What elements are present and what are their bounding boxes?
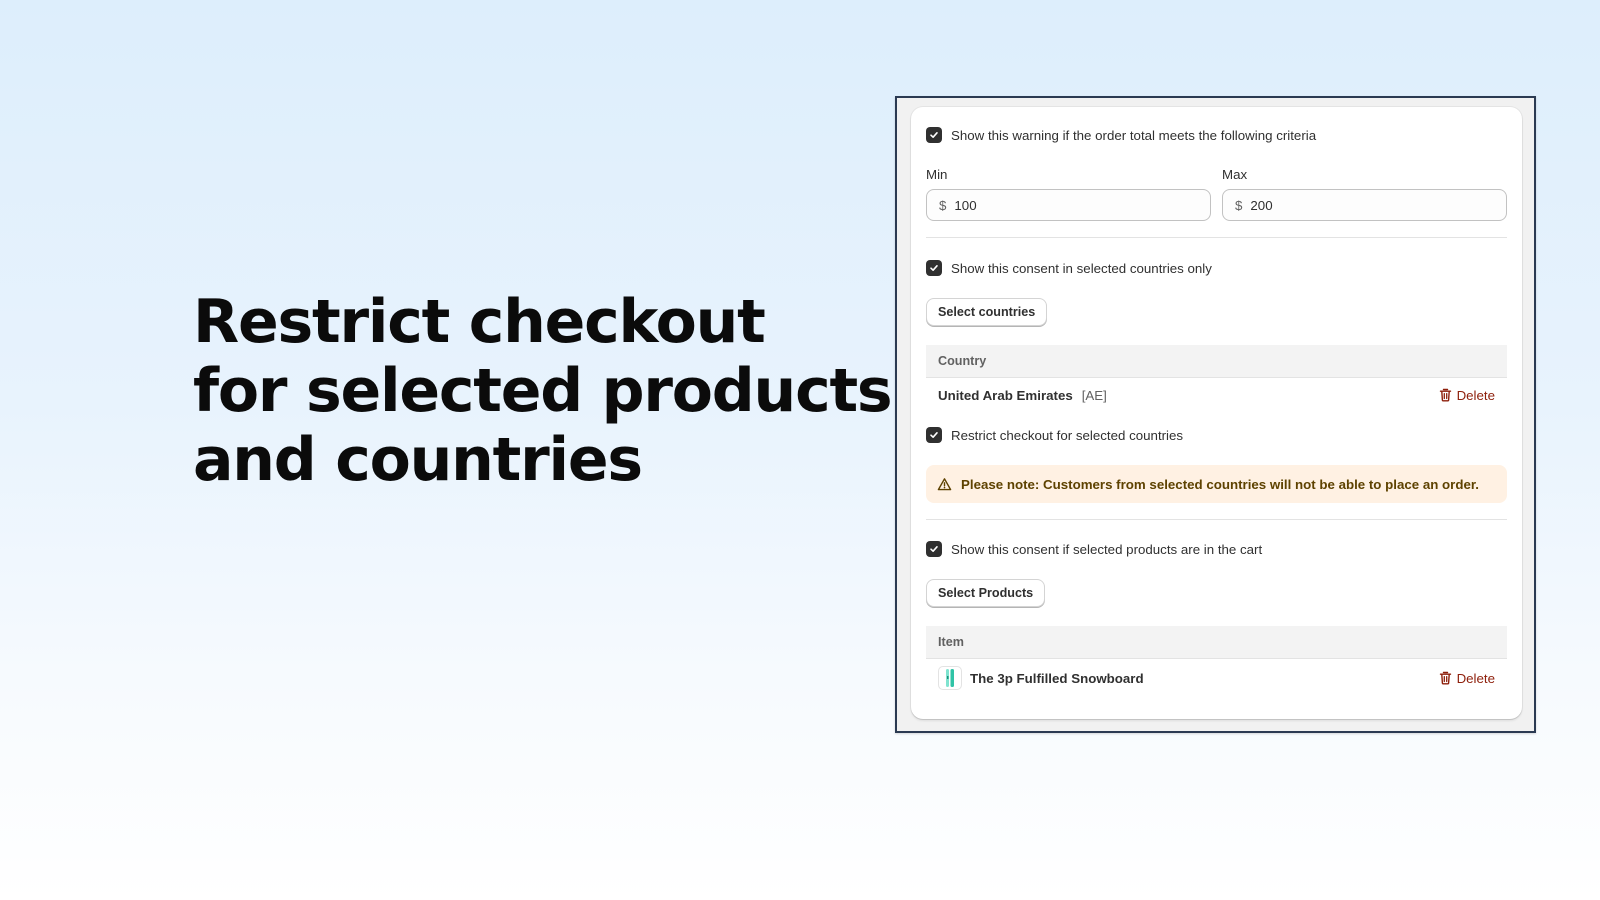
snowboard-thumbnail <box>938 666 962 690</box>
checkmark-icon <box>930 132 938 138</box>
countries-checkbox-label: Show this consent in selected countries … <box>951 260 1212 276</box>
delete-label: Delete <box>1456 387 1495 403</box>
table-row: United Arab Emirates [AE] Delete <box>926 378 1507 412</box>
order-total-checkbox-label: Show this warning if the order total mee… <box>951 127 1317 143</box>
delete-product-button[interactable]: Delete <box>1439 671 1495 686</box>
min-value: 100 <box>954 197 977 213</box>
products-checkbox-label: Show this consent if selected products a… <box>951 541 1263 557</box>
checkmark-icon <box>930 432 938 438</box>
max-label: Max <box>1222 167 1248 182</box>
country-code: [AE] <box>1081 387 1107 403</box>
min-label: Min <box>926 167 948 182</box>
table-row: The 3p Fulfilled Snowboard Delete <box>926 659 1507 697</box>
checkmark-icon <box>930 265 938 271</box>
headline: Restrict checkout for selected products … <box>193 287 893 495</box>
item-column-header: Item <box>938 635 964 649</box>
max-value: 200 <box>1250 197 1273 213</box>
max-currency-prefix: $ <box>1235 197 1243 213</box>
order-total-checkbox[interactable] <box>926 127 942 143</box>
max-input[interactable]: $ 200 <box>1222 189 1507 221</box>
trash-icon <box>1439 671 1451 685</box>
min-input[interactable]: $ 100 <box>926 189 1211 221</box>
order-total-checkbox-row[interactable]: Show this warning if the order total mee… <box>926 127 1316 143</box>
snowboard-icon <box>946 669 954 687</box>
headline-line-2: for selected products <box>193 356 893 426</box>
warning-banner: Please note: Customers from selected cou… <box>926 465 1507 503</box>
select-countries-button[interactable]: Select countries <box>926 298 1048 326</box>
products-checkbox-row[interactable]: Show this consent if selected products a… <box>926 541 1262 557</box>
item-table-header: Item <box>926 626 1507 659</box>
settings-card: Show this warning if the order total mee… <box>911 107 1522 719</box>
delete-country-button[interactable]: Delete <box>1439 388 1495 403</box>
select-products-button[interactable]: Select Products <box>926 579 1046 607</box>
restrict-checkbox-row[interactable]: Restrict checkout for selected countries <box>926 427 1183 443</box>
country-table-header: Country <box>926 345 1507 378</box>
trash-icon <box>1439 388 1451 402</box>
section-divider <box>926 519 1507 520</box>
countries-checkbox-row[interactable]: Show this consent in selected countries … <box>926 260 1212 276</box>
headline-line-3: and countries <box>193 425 643 495</box>
restrict-checkbox-label: Restrict checkout for selected countries <box>951 427 1184 443</box>
section-divider <box>926 237 1507 238</box>
country-column-header: Country <box>938 354 987 368</box>
product-name: The 3p Fulfilled Snowboard <box>970 670 1144 686</box>
warning-text: Please note: Customers from selected cou… <box>961 476 1479 492</box>
min-currency-prefix: $ <box>939 197 947 213</box>
countries-checkbox[interactable] <box>926 260 942 276</box>
restrict-checkbox[interactable] <box>926 427 942 443</box>
delete-label: Delete <box>1456 670 1495 686</box>
headline-line-1: Restrict checkout <box>193 287 766 357</box>
app-screenshot-frame: Show this warning if the order total mee… <box>895 96 1536 733</box>
products-checkbox[interactable] <box>926 541 942 557</box>
checkmark-icon <box>930 546 938 552</box>
country-name: United Arab Emirates <box>938 387 1073 403</box>
alert-triangle-icon <box>937 477 952 490</box>
